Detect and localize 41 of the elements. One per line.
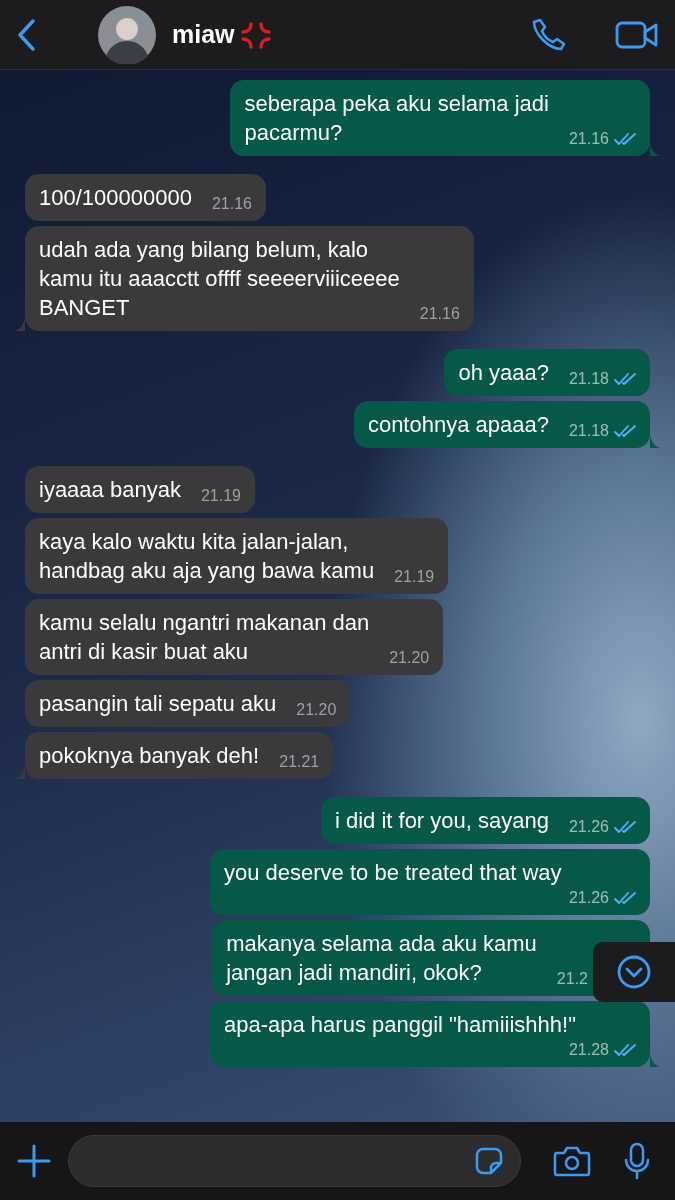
message-text: 100/100000000 [39, 184, 192, 212]
scroll-down-button[interactable] [593, 942, 675, 1002]
message-time: 21.18 [568, 369, 609, 389]
message-text: iyaaaa banyak [39, 476, 181, 504]
avatar[interactable] [98, 5, 156, 64]
message-time: 21.16 [211, 194, 252, 214]
back-icon[interactable] [16, 17, 36, 52]
contact-name[interactable]: miaw [172, 15, 235, 54]
anger-icon [238, 20, 273, 49]
message-text: contohnya apaaa? [367, 411, 549, 439]
message-time: 21.18 [568, 421, 609, 441]
message-text: makanya selama ada aku kamu jangan jadi mandiri, okok? [226, 930, 537, 987]
message-time: 21.16 [419, 304, 460, 324]
message-text: udah ada yang bilang belum, kalo kamu itu aaacctt offff seeeerviiiceeee BANGET [39, 236, 400, 322]
message-time: 21.21 [279, 752, 320, 772]
message-text: kamu selalu ngantri makanan dan antri di kasir buat aku [39, 609, 370, 666]
message-time: 21.26 [568, 817, 609, 837]
message-text: pasangin tali sepatu aku [39, 690, 277, 718]
message-time: 21.16 [568, 129, 609, 149]
message-time: 21.20 [389, 648, 430, 668]
microphone-icon[interactable] [623, 1142, 651, 1180]
message-text: seberapa peka aku selama jadi pacarmu? [244, 90, 549, 147]
message-time: 21.28 [568, 1040, 609, 1060]
sticker-icon[interactable] [474, 1146, 504, 1176]
message-time: 21.20 [296, 700, 337, 720]
chevron-down-icon [617, 955, 651, 989]
message-text: kaya kalo waktu kita jalan-jalan, handbag aku aja yang bawa kamu [39, 528, 375, 585]
message-input-field[interactable] [68, 1135, 521, 1187]
video-call-icon[interactable] [615, 19, 659, 50]
message-text: pokoknya banyak deh! [39, 742, 260, 770]
message-time: 21.19 [394, 567, 435, 587]
message-time: 21.2 [556, 969, 588, 989]
phone-icon[interactable] [531, 16, 567, 53]
plus-icon[interactable] [16, 1143, 52, 1179]
message-time: 21.26 [568, 888, 609, 908]
camera-icon[interactable] [553, 1145, 591, 1177]
message-time: 21.19 [200, 486, 241, 506]
message-text: oh yaaa? [458, 359, 549, 387]
message-text: apa-apa harus panggil "hamiiishhh!" [224, 1011, 576, 1039]
message-text: you deserve to be treated that way [224, 859, 562, 887]
message-text: i did it for you, sayang [334, 807, 549, 835]
